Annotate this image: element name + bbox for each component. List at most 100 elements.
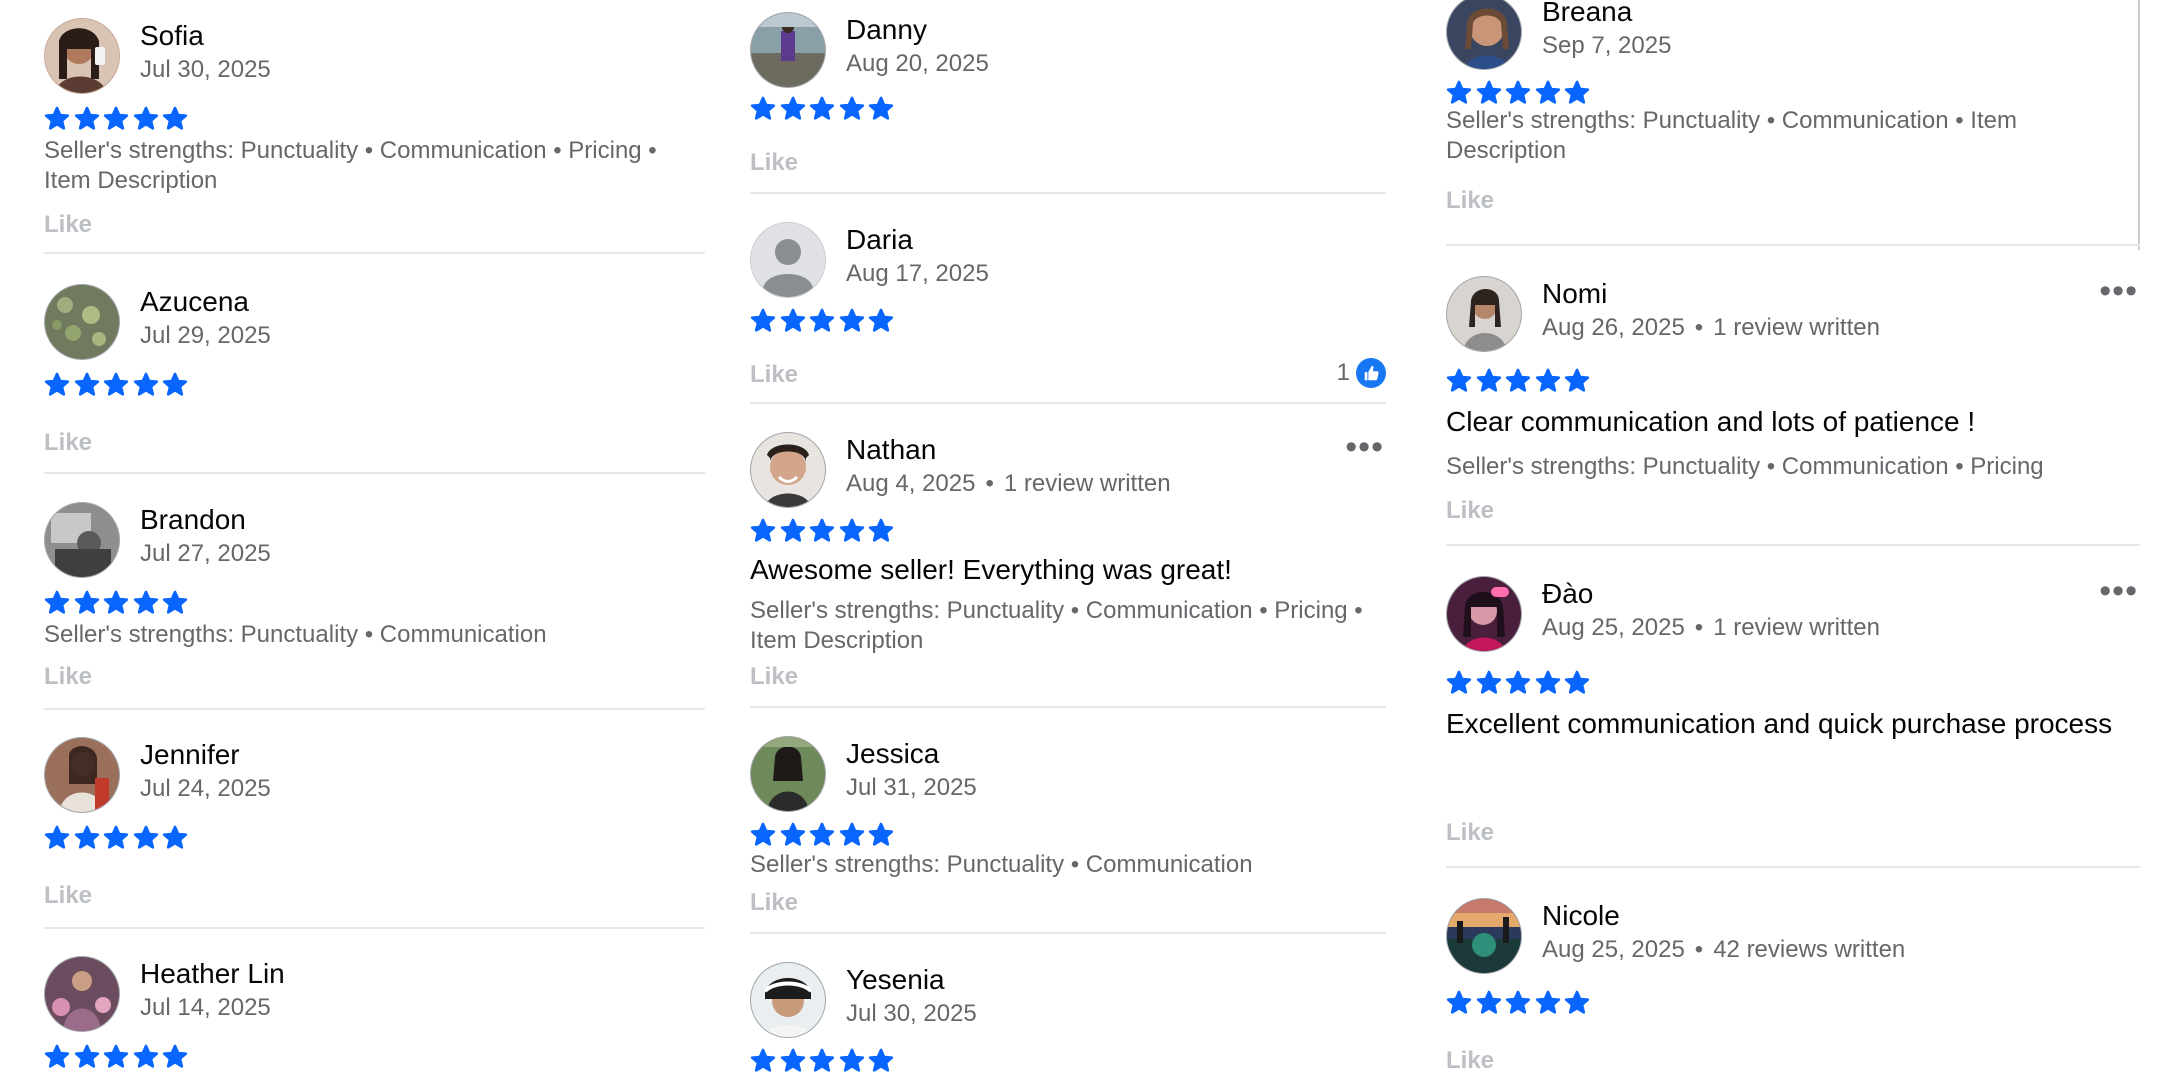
more-options-icon[interactable]: ••• bbox=[1345, 430, 1384, 464]
reviewer-name[interactable]: Brandon bbox=[140, 502, 246, 538]
like-button[interactable]: Like bbox=[44, 428, 92, 458]
review-card: Jessica Jul 31, 2025 Seller's strengths:… bbox=[750, 736, 1386, 934]
star-icon bbox=[780, 518, 805, 542]
reviews-column-3: Breana Sep 7, 2025 Seller's strengths: P… bbox=[1446, 0, 2140, 1080]
star-icon bbox=[750, 308, 776, 332]
like-button[interactable]: Like bbox=[44, 662, 92, 692]
like-button[interactable]: Like bbox=[1446, 496, 1494, 526]
avatar[interactable] bbox=[750, 962, 826, 1038]
star-icon bbox=[809, 518, 835, 542]
like-button[interactable]: Like bbox=[1446, 186, 1494, 216]
like-button[interactable]: Like bbox=[44, 881, 92, 911]
reviews-written-count[interactable]: 1 review written bbox=[1713, 614, 1880, 641]
review-card: Yesenia Jul 30, 2025 bbox=[750, 962, 1386, 1080]
avatar[interactable] bbox=[44, 502, 120, 578]
star-icon bbox=[74, 106, 99, 130]
star-icon bbox=[868, 1048, 894, 1072]
star-icon bbox=[103, 372, 129, 396]
reviewer-name[interactable]: Jennifer bbox=[140, 737, 240, 773]
like-button[interactable]: Like bbox=[750, 148, 798, 178]
date-text: Sep 7, 2025 bbox=[1542, 32, 1672, 59]
like-button[interactable]: Like bbox=[1446, 818, 1494, 848]
avatar[interactable] bbox=[1446, 276, 1522, 352]
star-icon bbox=[133, 1044, 158, 1068]
more-options-icon[interactable]: ••• bbox=[2099, 274, 2138, 308]
star-icon bbox=[103, 825, 129, 849]
star-icon bbox=[1535, 368, 1560, 392]
avatar[interactable] bbox=[750, 432, 826, 508]
more-options-icon[interactable]: ••• bbox=[2099, 574, 2138, 608]
reviews-written-count[interactable]: 1 review written bbox=[1004, 470, 1171, 497]
reviewer-name[interactable]: Heather Lin bbox=[140, 956, 285, 992]
reviewer-name[interactable]: Daria bbox=[846, 222, 913, 258]
star-icon bbox=[1535, 670, 1560, 694]
date-text: Aug 26, 2025 bbox=[1542, 314, 1685, 341]
avatar[interactable] bbox=[750, 222, 826, 298]
reviewer-name[interactable]: Nicole bbox=[1542, 898, 1620, 934]
review-date: Jul 30, 2025 bbox=[140, 54, 271, 86]
star-icon bbox=[162, 106, 188, 130]
reviews-written-count[interactable]: 42 reviews written bbox=[1713, 936, 1905, 963]
star-icon bbox=[1505, 990, 1531, 1014]
review-text: Excellent communication and quick purcha… bbox=[1446, 708, 2113, 739]
reviewer-name[interactable]: Đào bbox=[1542, 576, 1593, 612]
star-icon bbox=[1535, 80, 1560, 104]
reviewer-name[interactable]: Azucena bbox=[140, 284, 249, 320]
star-icon bbox=[1446, 368, 1472, 392]
star-rating bbox=[750, 308, 894, 334]
review-card: Brandon Jul 27, 2025 Seller's strengths:… bbox=[44, 502, 705, 710]
star-icon bbox=[133, 590, 158, 614]
star-icon bbox=[1476, 80, 1501, 104]
avatar[interactable] bbox=[1446, 0, 1522, 70]
star-rating bbox=[750, 1048, 894, 1074]
star-icon bbox=[780, 96, 805, 120]
avatar[interactable] bbox=[44, 737, 120, 813]
star-icon bbox=[750, 1048, 776, 1072]
star-icon bbox=[1564, 670, 1590, 694]
thumbs-up-icon bbox=[1356, 358, 1386, 388]
star-icon bbox=[1446, 990, 1472, 1014]
star-rating bbox=[1446, 670, 1590, 696]
reviewer-name[interactable]: Breana bbox=[1542, 0, 1632, 30]
like-button[interactable]: Like bbox=[1446, 1046, 1494, 1076]
star-icon bbox=[133, 372, 158, 396]
date-text: Aug 17, 2025 bbox=[846, 260, 989, 287]
avatar[interactable] bbox=[44, 956, 120, 1032]
reviewer-name[interactable]: Yesenia bbox=[846, 962, 945, 998]
review-meta: Aug 25, 2025 • 1 review written bbox=[1542, 614, 1880, 641]
avatar[interactable] bbox=[1446, 898, 1522, 974]
reviewer-name[interactable]: Sofia bbox=[140, 18, 204, 54]
star-icon bbox=[839, 822, 864, 846]
avatar[interactable] bbox=[1446, 576, 1522, 652]
star-rating bbox=[1446, 368, 1590, 394]
reviews-column-2: Danny Aug 20, 2025 Like Daria Aug 17, 20… bbox=[750, 0, 1386, 1080]
reviews-written-count[interactable]: 1 review written bbox=[1713, 314, 1880, 341]
reviewer-name[interactable]: Danny bbox=[846, 12, 927, 48]
avatar[interactable] bbox=[44, 18, 120, 94]
avatar[interactable] bbox=[750, 12, 826, 88]
review-date: Aug 20, 2025 bbox=[846, 48, 989, 80]
star-icon bbox=[809, 822, 835, 846]
reviewer-name[interactable]: Nomi bbox=[1542, 276, 1607, 312]
star-icon bbox=[1505, 80, 1531, 104]
date-text: Aug 4, 2025 bbox=[846, 470, 976, 497]
like-button[interactable]: Like bbox=[750, 888, 798, 918]
avatar[interactable] bbox=[750, 736, 826, 812]
star-rating bbox=[1446, 990, 1590, 1016]
like-button[interactable]: Like bbox=[44, 210, 92, 240]
like-button[interactable]: Like bbox=[750, 662, 798, 692]
like-button[interactable]: Like bbox=[750, 360, 798, 390]
date-text: Jul 14, 2025 bbox=[140, 994, 271, 1021]
reviewer-name[interactable]: Nathan bbox=[846, 432, 936, 468]
review-card: Heather Lin Jul 14, 2025 bbox=[44, 956, 705, 1080]
avatar[interactable] bbox=[44, 284, 120, 360]
star-icon bbox=[750, 822, 776, 846]
star-icon bbox=[133, 825, 158, 849]
star-icon bbox=[750, 96, 776, 120]
like-count-number: 1 bbox=[1336, 359, 1350, 386]
review-card: Sofia Jul 30, 2025 Seller's strengths: P… bbox=[44, 18, 705, 254]
like-count[interactable]: 1 bbox=[1337, 358, 1386, 388]
review-date: Jul 30, 2025 bbox=[846, 998, 977, 1030]
reviewer-name[interactable]: Jessica bbox=[846, 736, 939, 772]
star-rating bbox=[44, 372, 188, 398]
